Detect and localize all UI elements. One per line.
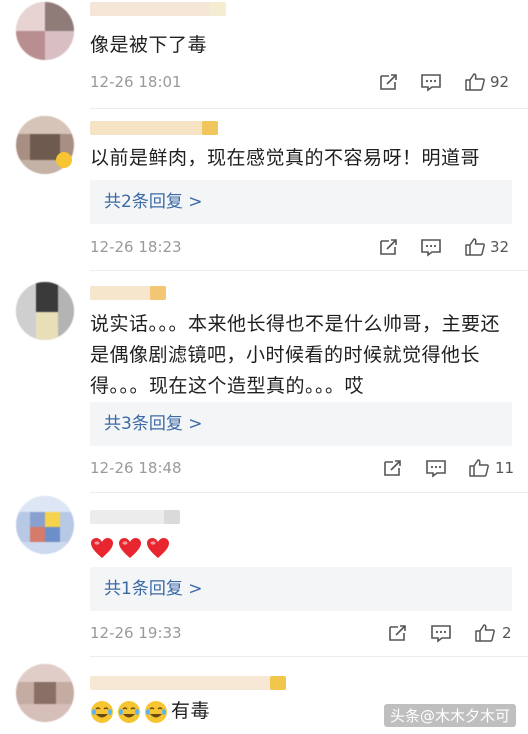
cry-laugh-emoji-icon bbox=[118, 700, 140, 723]
share-icon[interactable] bbox=[382, 458, 404, 478]
comment-meta: 12-26 18:48 11 bbox=[90, 458, 515, 478]
comment-time: 12-26 19:33 bbox=[90, 624, 182, 642]
comment-icon[interactable] bbox=[425, 458, 447, 478]
comment-icon[interactable] bbox=[420, 237, 442, 257]
comment-time: 12-26 18:01 bbox=[90, 73, 182, 91]
username-redacted[interactable] bbox=[90, 286, 166, 300]
view-replies-link[interactable]: 共1条回复 > bbox=[90, 567, 512, 611]
cry-laugh-emoji-icon bbox=[91, 700, 113, 723]
like-count: 2 bbox=[502, 624, 512, 642]
watermark: 头条@木木夕木可 bbox=[383, 704, 516, 727]
badge-icon bbox=[56, 152, 72, 168]
view-replies-link[interactable]: 共2条回复 > bbox=[90, 180, 512, 224]
comment-meta: 12-26 18:23 32 bbox=[90, 237, 512, 257]
comment-text: 说实话。。。本来他长得也不是什么帅哥，主要还是偶像剧滤镜吧，小时候看的时候就觉得… bbox=[90, 313, 501, 397]
username-redacted[interactable] bbox=[90, 510, 180, 524]
divider bbox=[90, 656, 528, 657]
username-redacted[interactable] bbox=[90, 676, 286, 690]
like-icon[interactable] bbox=[464, 72, 486, 92]
like-icon[interactable] bbox=[464, 237, 486, 257]
comment-icon[interactable] bbox=[420, 72, 442, 92]
comment-meta: 12-26 19:33 2 bbox=[90, 623, 512, 643]
avatar[interactable] bbox=[16, 664, 74, 722]
comment-time: 12-26 18:48 bbox=[90, 459, 182, 477]
comment-meta: 12-26 18:01 92 bbox=[90, 72, 512, 92]
avatar[interactable] bbox=[16, 2, 74, 60]
divider bbox=[90, 108, 528, 109]
share-icon[interactable] bbox=[387, 623, 409, 643]
username-redacted[interactable] bbox=[90, 2, 226, 16]
like-icon[interactable] bbox=[468, 458, 490, 478]
like-count: 32 bbox=[490, 238, 510, 256]
heart-emoji-icon bbox=[119, 537, 141, 558]
view-replies-link[interactable]: 共3条回复 > bbox=[90, 402, 512, 446]
avatar[interactable] bbox=[16, 282, 74, 340]
like-count: 11 bbox=[495, 459, 515, 477]
heart-emoji-icon bbox=[147, 537, 169, 558]
divider bbox=[90, 492, 528, 493]
comment-icon[interactable] bbox=[430, 623, 452, 643]
heart-emoji-icon bbox=[91, 537, 113, 558]
username-redacted[interactable] bbox=[90, 121, 218, 135]
like-count: 92 bbox=[490, 73, 510, 91]
share-icon[interactable] bbox=[378, 237, 400, 257]
comment-text: 以前是鲜肉，现在感觉真的不容易呀！明道哥 bbox=[90, 147, 481, 169]
comment-emoji-row bbox=[90, 532, 510, 563]
divider bbox=[90, 270, 528, 271]
avatar[interactable] bbox=[16, 496, 74, 554]
comment-text: 像是被下了毒 bbox=[90, 34, 208, 56]
like-icon[interactable] bbox=[474, 623, 496, 643]
cry-laugh-emoji-icon bbox=[145, 700, 167, 723]
comment-text: 有毒 bbox=[171, 700, 211, 722]
share-icon[interactable] bbox=[378, 72, 400, 92]
comment-time: 12-26 18:23 bbox=[90, 238, 182, 256]
